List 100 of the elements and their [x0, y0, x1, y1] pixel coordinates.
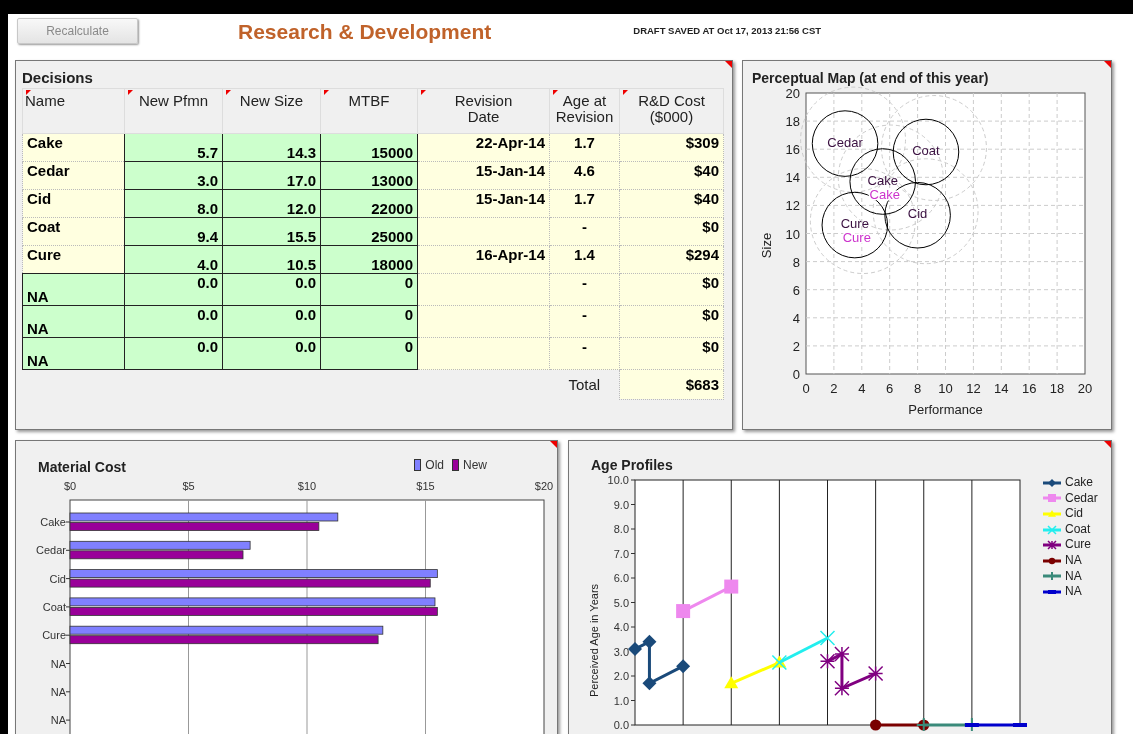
tick-label: 6 [886, 381, 894, 396]
comment-marker-icon [623, 90, 628, 95]
category-label: Cure [42, 629, 66, 642]
tick-label: 10 [785, 226, 800, 242]
axis-label: Performance [908, 402, 983, 417]
tick-label: 1.0 [613, 694, 629, 707]
tick-label: 5.0 [613, 596, 629, 609]
table-cell: $0 [619, 305, 724, 338]
legend-label: NA [1065, 584, 1082, 600]
table-cell: - [549, 217, 620, 246]
legend-label: Cid [1065, 506, 1083, 522]
legend-label: Cake [1065, 475, 1093, 491]
table-cell: 15-Jan-14 [417, 161, 550, 190]
point-label: Coat [912, 143, 940, 158]
table-cell: $0 [619, 217, 724, 246]
total-label: Total [549, 369, 620, 399]
comment-marker-icon [553, 90, 558, 95]
tick-label: 9.0 [613, 498, 629, 511]
age-profile-line [819, 646, 884, 696]
table-cell: 16-Apr-14 [417, 245, 550, 274]
table-cell: 22-Apr-14 [417, 133, 550, 162]
tick-label: 6.0 [613, 572, 629, 584]
tick-label: 18 [1049, 381, 1065, 396]
table-cell[interactable]: 18000 [320, 245, 418, 274]
table-cell[interactable]: 22000 [320, 189, 418, 218]
table-cell: $309 [619, 133, 724, 162]
tick-label: 14 [785, 170, 800, 186]
comment-marker-icon [26, 90, 31, 95]
table-cell: $0 [619, 273, 724, 306]
category-label: Cid [49, 572, 66, 585]
tick-label: $0 [63, 480, 77, 492]
panel-title: Decisions [22, 69, 94, 86]
axis-label: Perceived Age in Years [588, 583, 600, 698]
table-cell[interactable]: 14.3 [222, 133, 321, 162]
table-cell[interactable]: 15000 [320, 133, 418, 162]
table-cell[interactable]: 0 [320, 305, 418, 338]
point-label: Cid [907, 206, 928, 222]
table-cell[interactable]: 4.0 [124, 245, 223, 274]
tick-label: 7.0 [613, 547, 629, 560]
tick-label: 6 [792, 282, 800, 298]
tick-label: $20 [534, 480, 554, 492]
column-header: Name [22, 88, 125, 134]
legend-label: Cure [1065, 537, 1091, 553]
table-cell: Cure [22, 245, 125, 274]
legend-swatch-icon [414, 459, 422, 471]
table-cell: 4.6 [549, 161, 620, 190]
table-cell[interactable]: 0.0 [222, 273, 321, 306]
tick-label: 4.0 [613, 621, 629, 633]
page-title: Research & Development [238, 20, 492, 44]
table-cell[interactable]: 5.7 [124, 133, 223, 162]
table-cell: NA [22, 273, 125, 306]
column-header: R&D Cost ($000) [619, 88, 724, 134]
comment-marker-icon [226, 90, 231, 95]
tick-label: 10 [938, 381, 953, 396]
table-cell: $40 [619, 161, 724, 190]
tick-label: 0 [802, 381, 810, 396]
table-cell[interactable]: 3.0 [124, 161, 223, 190]
table-cell[interactable]: 25000 [320, 217, 418, 246]
table-cell: Cake [22, 133, 125, 162]
age-profile-line [628, 634, 691, 691]
legend-label: Cedar [1065, 490, 1098, 507]
tick-label: 18 [785, 114, 800, 130]
tick-label: 8.0 [613, 523, 629, 535]
table-cell[interactable]: 0 [320, 337, 418, 370]
table-cell[interactable]: 0.0 [222, 337, 321, 370]
panel-title: Perceptual Map (at end of this year) [752, 70, 990, 86]
table-cell[interactable]: 15.5 [222, 217, 321, 246]
point-label: Cake [867, 172, 898, 188]
table-cell[interactable]: 10.5 [222, 245, 321, 274]
tick-label: 20 [1077, 381, 1093, 396]
tick-label: $10 [297, 480, 317, 492]
point-label: Cedar [827, 134, 863, 150]
table-cell: - [549, 305, 620, 338]
table-cell[interactable]: 12.0 [222, 189, 321, 218]
column-header: Revision Date [417, 88, 550, 134]
table-cell[interactable]: 0.0 [222, 305, 321, 338]
table-cell[interactable]: 13000 [320, 161, 418, 190]
tick-label: $15 [416, 480, 435, 492]
tick-label: 2 [792, 338, 800, 354]
tick-label: 8 [792, 254, 800, 270]
point-label: Cure [840, 216, 869, 232]
table-cell[interactable]: 0.0 [124, 273, 223, 306]
tick-label: 12 [966, 381, 981, 396]
age-profile-line [676, 579, 739, 619]
table-cell: 1.7 [549, 133, 620, 162]
table-cell: 15-Jan-14 [417, 189, 550, 218]
table-cell[interactable]: 0 [320, 273, 418, 306]
table-cell: Cedar [22, 161, 125, 190]
table-cell[interactable]: 0.0 [124, 337, 223, 370]
legend-label: NA [1065, 552, 1082, 569]
table-cell[interactable]: 0.0 [124, 305, 223, 338]
age-profile-line [870, 719, 930, 731]
comment-marker-icon [128, 90, 133, 95]
table-cell[interactable]: 8.0 [124, 189, 223, 218]
table-cell: Cid [22, 189, 125, 218]
column-header: MTBF [320, 88, 418, 134]
table-cell[interactable]: 17.0 [222, 161, 321, 190]
corner-marker-icon [550, 441, 557, 448]
tick-label: 4 [858, 381, 866, 396]
table-cell[interactable]: 9.4 [124, 217, 223, 246]
